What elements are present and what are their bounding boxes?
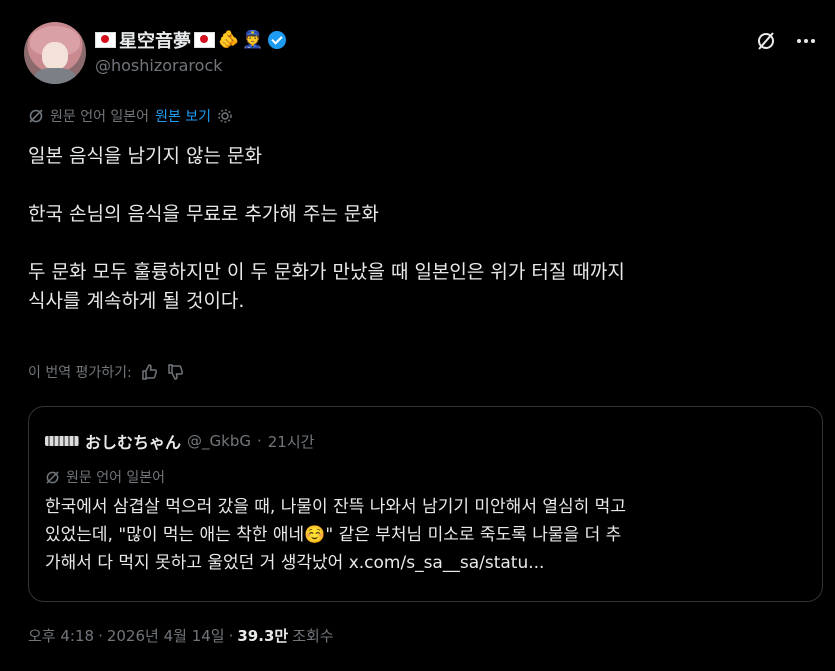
top-actions: [755, 30, 817, 52]
footer-separator: ·: [228, 626, 234, 645]
japan-flag-icon: [194, 32, 215, 48]
quoted-translation-note: 원문 언어 일본어: [45, 467, 165, 487]
translate-icon: [28, 108, 44, 124]
tweet-footer: 오후 4:18 · 2026년 4월 14일 · 39.3만 조회수: [28, 625, 334, 646]
quoted-text-line: 가해서 다 먹지 못하고 울었던 거 생각났어 x.com/s_sa__sa/s…: [45, 553, 545, 573]
avatar-body: [34, 68, 76, 84]
japan-flag-icon: [95, 32, 116, 48]
views-label: 조회수: [292, 627, 334, 645]
tweet-line: 두 문화 모두 훌륭하지만 이 두 문화가 만났을 때 일본인은 위가 터질 때…: [28, 261, 625, 283]
grok-icon[interactable]: [755, 30, 777, 52]
quoted-separator: ·: [256, 432, 262, 450]
quoted-tweet-text: 한국에서 삼겹살 먹으러 갔을 때, 나물이 잔뜩 나와서 남기기 미안해서 열…: [45, 493, 815, 577]
tweet-line: 식사를 계속하게 될 것이다.: [28, 290, 245, 312]
translation-note: 원문 언어 일본어 원본 보기: [28, 106, 233, 126]
quoted-avatar[interactable]: [45, 436, 79, 446]
translate-icon: [45, 470, 60, 485]
tweet-text: 일본 음식을 남기지 않는 문화 한국 손님의 음식을 무료로 추가해 주는 문…: [28, 142, 818, 316]
settings-gear-icon[interactable]: [217, 108, 233, 124]
post-time[interactable]: 오후 4:18: [28, 625, 94, 646]
view-original-link[interactable]: 원본 보기: [155, 106, 211, 126]
user-handle[interactable]: @hoshizorarock: [95, 56, 223, 75]
user-name-row[interactable]: 星空音夢 🫵 👮: [95, 27, 287, 53]
post-date[interactable]: 2026년 4월 14일: [107, 625, 225, 646]
quoted-time[interactable]: 21시간: [268, 431, 315, 452]
translation-note-text: 원문 언어 일본어: [50, 109, 150, 125]
police-officer-icon: 👮: [242, 29, 264, 50]
thumbs-up-icon[interactable]: [140, 363, 158, 381]
avatar[interactable]: [24, 22, 86, 84]
footer-separator: ·: [98, 626, 103, 645]
quoted-text-line: 한국에서 삼겹살 먹으러 갔을 때, 나물이 잔뜩 나와서 남기기 미안해서 열…: [45, 497, 626, 517]
quoted-display-name[interactable]: おしむちゃん: [85, 429, 181, 453]
more-options-icon[interactable]: [795, 30, 817, 52]
rate-translation-label: 이 번역 평가하기:: [28, 365, 132, 381]
quoted-tweet-header: おしむちゃん @_GkbG · 21시간: [45, 429, 314, 453]
verified-badge-icon[interactable]: [268, 31, 287, 49]
quoted-text-line: 있었는데, "많이 먹는 애는 착한 애네☺️" 같은 부처님 미소로 죽도록 …: [45, 525, 622, 545]
quoted-tweet[interactable]: おしむちゃん @_GkbG · 21시간 원문 언어 일본어 한국에서 삼겹살 …: [28, 406, 823, 602]
views-count: 39.3만: [237, 627, 289, 645]
quoted-translation-note-text: 원문 언어 일본어: [66, 470, 166, 486]
avatar-face: [42, 42, 68, 70]
pointing-hand-icon: 🫵: [218, 29, 240, 50]
rate-translation: 이 번역 평가하기:: [28, 362, 184, 382]
tweet-line: 일본 음식을 남기지 않는 문화: [28, 145, 262, 167]
thumbs-down-icon[interactable]: [166, 363, 184, 381]
quoted-handle[interactable]: @_GkbG: [187, 432, 251, 450]
tweet-line: 한국 손님의 음식을 무료로 추가해 주는 문화: [28, 203, 379, 225]
display-name[interactable]: 星空音夢: [119, 27, 191, 53]
